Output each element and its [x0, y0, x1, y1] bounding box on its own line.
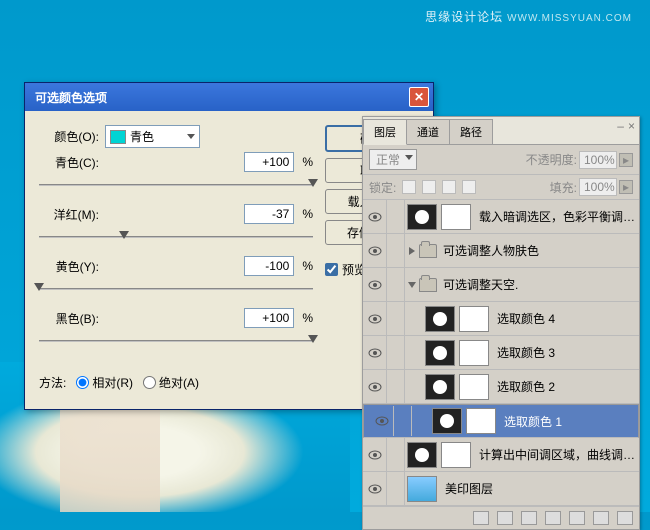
- tab-channels[interactable]: 通道: [406, 119, 450, 144]
- link-icon[interactable]: [473, 511, 489, 525]
- visibility-icon[interactable]: [363, 438, 387, 471]
- lock-transparency-icon[interactable]: [402, 180, 416, 194]
- slider-thumb[interactable]: [34, 283, 44, 291]
- tab-layers[interactable]: 图层: [363, 119, 407, 145]
- chevron-down-icon: [187, 134, 195, 139]
- layer-name[interactable]: 选取颜色 3: [491, 344, 639, 361]
- fx-icon[interactable]: [497, 511, 513, 525]
- slider-label: 洋红(M):: [39, 206, 99, 223]
- watermark: 思缘设计论坛WWW.MISSYUAN.COM: [425, 8, 632, 25]
- close-panel-icon[interactable]: ×: [628, 119, 635, 133]
- slider-value-input[interactable]: -37: [244, 204, 294, 224]
- layer-row[interactable]: 选取颜色 3: [363, 336, 639, 370]
- slider-value-input[interactable]: +100: [244, 308, 294, 328]
- minimize-icon[interactable]: –: [617, 119, 624, 133]
- adjustment-thumb[interactable]: [425, 340, 455, 366]
- adjustment-thumb[interactable]: [432, 408, 462, 434]
- color-swatch: [110, 130, 126, 144]
- visibility-icon[interactable]: [363, 336, 387, 369]
- layer-row[interactable]: 计算出中间调区域，曲线调整...: [363, 438, 639, 472]
- layers-panel: 图层 通道 路径 –× 正常 不透明度: 100% ▸ 锁定: 填充: 100%…: [362, 116, 640, 530]
- adjustment-thumb[interactable]: [407, 442, 437, 468]
- slider-value-input[interactable]: +100: [244, 152, 294, 172]
- fill-flyout-icon[interactable]: ▸: [619, 180, 633, 194]
- layer-row[interactable]: 可选调整人物肤色: [363, 234, 639, 268]
- disclosure-icon[interactable]: [405, 282, 419, 288]
- slider-value-input[interactable]: -100: [244, 256, 294, 276]
- adjustment-thumb[interactable]: [425, 306, 455, 332]
- layer-row[interactable]: 可选调整天空.: [363, 268, 639, 302]
- mask-thumb[interactable]: [459, 340, 489, 366]
- opacity-value[interactable]: 100%: [579, 151, 617, 169]
- visibility-icon[interactable]: [370, 406, 394, 436]
- slider-track[interactable]: [39, 228, 313, 246]
- layer-name[interactable]: 计算出中间调区域，曲线调整...: [473, 446, 639, 463]
- slider-thumb[interactable]: [119, 231, 129, 239]
- slider-track[interactable]: [39, 280, 313, 298]
- method-label: 方法:: [39, 374, 66, 391]
- layers-list: 载入暗调选区，色彩平衡调整... 可选调整人物肤色 可选调整天空. 选取颜色 4…: [363, 200, 639, 506]
- blend-mode-dropdown[interactable]: 正常: [369, 149, 417, 170]
- layer-name[interactable]: 美印图层: [439, 480, 639, 497]
- fill-label: 填充:: [550, 179, 577, 196]
- disclosure-icon[interactable]: [405, 247, 419, 255]
- new-layer-icon[interactable]: [593, 511, 609, 525]
- dialog-titlebar[interactable]: 可选颜色选项 ✕: [25, 83, 433, 111]
- layer-row[interactable]: 选取颜色 4: [363, 302, 639, 336]
- opacity-flyout-icon[interactable]: ▸: [619, 153, 633, 167]
- layer-name[interactable]: 可选调整人物肤色: [437, 242, 639, 259]
- lock-position-icon[interactable]: [442, 180, 456, 194]
- slider-track[interactable]: [39, 176, 313, 194]
- visibility-icon[interactable]: [363, 302, 387, 335]
- adjustment-icon[interactable]: [545, 511, 561, 525]
- lock-label: 锁定:: [369, 179, 396, 196]
- tab-paths[interactable]: 路径: [449, 119, 493, 144]
- panel-footer: [363, 506, 639, 529]
- method-absolute[interactable]: 绝对(A): [143, 374, 199, 391]
- visibility-icon[interactable]: [363, 370, 387, 403]
- close-icon[interactable]: ✕: [409, 87, 429, 107]
- layer-row[interactable]: 载入暗调选区，色彩平衡调整...: [363, 200, 639, 234]
- mask-thumb[interactable]: [466, 408, 496, 434]
- layer-row[interactable]: 美印图层: [363, 472, 639, 506]
- adjustment-thumb[interactable]: [407, 204, 437, 230]
- lock-pixels-icon[interactable]: [422, 180, 436, 194]
- group-icon[interactable]: [569, 511, 585, 525]
- trash-icon[interactable]: [617, 511, 633, 525]
- panel-tabs: 图层 通道 路径 –×: [363, 117, 639, 145]
- slider-label: 黑色(B):: [39, 310, 99, 327]
- layer-thumb[interactable]: [407, 476, 437, 502]
- fill-value[interactable]: 100%: [579, 178, 617, 196]
- layer-name[interactable]: 选取颜色 4: [491, 310, 639, 327]
- color-dropdown[interactable]: 青色: [105, 125, 200, 148]
- method-relative[interactable]: 相对(R): [76, 374, 133, 391]
- slider-thumb[interactable]: [308, 335, 318, 343]
- slider-label: 黄色(Y):: [39, 258, 99, 275]
- visibility-icon[interactable]: [363, 472, 387, 505]
- layer-name[interactable]: 选取颜色 1: [498, 413, 622, 430]
- mask-icon[interactable]: [521, 511, 537, 525]
- layer-name[interactable]: 选取颜色 2: [491, 378, 639, 395]
- visibility-icon[interactable]: [363, 200, 387, 233]
- slider-thumb[interactable]: [308, 179, 318, 187]
- mask-thumb[interactable]: [459, 306, 489, 332]
- adjustment-thumb[interactable]: [425, 374, 455, 400]
- layer-name[interactable]: 可选调整天空.: [437, 276, 639, 293]
- layer-row[interactable]: 选取颜色 2: [363, 370, 639, 404]
- slider-track[interactable]: [39, 332, 313, 350]
- mask-thumb[interactable]: [459, 374, 489, 400]
- layer-name[interactable]: 载入暗调选区，色彩平衡调整...: [473, 208, 639, 225]
- slider-label: 青色(C):: [39, 154, 99, 171]
- folder-icon: [419, 278, 437, 292]
- lock-all-icon[interactable]: [462, 180, 476, 194]
- folder-icon: [419, 244, 437, 258]
- layer-row[interactable]: 选取颜色 1: [363, 404, 639, 438]
- color-label: 颜色(O):: [39, 128, 99, 145]
- visibility-icon[interactable]: [363, 234, 387, 267]
- dialog-title: 可选颜色选项: [35, 89, 107, 106]
- visibility-icon[interactable]: [363, 268, 387, 301]
- mask-thumb[interactable]: [441, 442, 471, 468]
- mask-thumb[interactable]: [441, 204, 471, 230]
- opacity-label: 不透明度:: [526, 151, 577, 168]
